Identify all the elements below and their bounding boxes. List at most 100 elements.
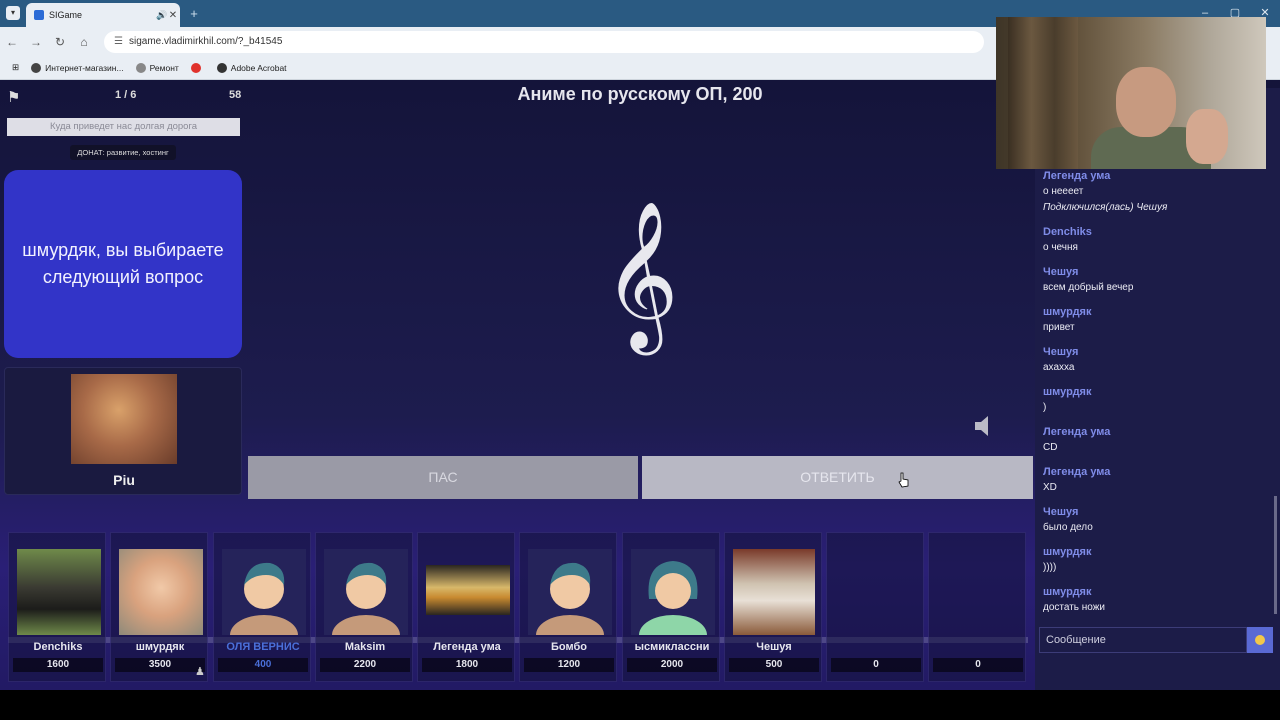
player-score: 2000 (627, 658, 717, 672)
chat-messages: Легенда ума о нееeет Подключился(лась) Ч… (1043, 168, 1268, 624)
player-name: Легенда ума (433, 641, 501, 653)
chat-text: достать ножи (1043, 602, 1106, 613)
default-avatar-icon (222, 549, 306, 635)
chat-message: Denchiks о чечня (1043, 224, 1268, 264)
chat-author: Чешуя (1043, 266, 1079, 278)
player-score: 2200 (320, 658, 410, 672)
player-name: ысмиклассни (634, 641, 710, 653)
acrobat-icon (216, 62, 227, 73)
bookmark-yandex[interactable] (190, 62, 205, 73)
emoji-button[interactable] (1247, 627, 1273, 653)
player-card-empty[interactable]: 0 (928, 532, 1026, 682)
chat-text: CD (1043, 442, 1058, 453)
showman-avatar (71, 374, 177, 464)
prompt-panel: шмурдяк, вы выбираете следующий вопрос (4, 170, 242, 358)
tab-search-icon[interactable]: ▾ (6, 6, 20, 20)
chat-author: шмурдяк (1043, 306, 1092, 318)
emoji-icon (1255, 635, 1265, 645)
reload-icon[interactable]: ↻ (48, 35, 72, 49)
new-tab-icon[interactable]: + (186, 6, 202, 22)
default-avatar-icon (324, 549, 408, 635)
chat-text: ) (1043, 402, 1047, 413)
player-card[interactable]: шмурдяк 3500 ♟ (110, 532, 208, 682)
globe-icon (31, 62, 42, 73)
player-card[interactable]: ОЛЯ ВЕРНИС 400 (213, 532, 311, 682)
chat-text: о нееeет (1043, 186, 1084, 197)
chat-author: шмурдяк (1043, 586, 1092, 598)
chat-author: шмурдяк (1043, 546, 1092, 558)
webcam-curtain (1008, 17, 1078, 169)
player-score: 1800 (422, 658, 512, 672)
player-avatar (17, 549, 101, 635)
tab-title: SIGame (49, 10, 83, 20)
default-avatar-icon (528, 549, 612, 635)
back-icon[interactable]: ← (0, 35, 24, 49)
webcam-overlay (996, 17, 1266, 169)
chat-message: Чешуя было дело (1043, 504, 1268, 544)
player-name: Чешуя (756, 641, 792, 653)
chat-message: Легенда ума о нееeет Подключился(лась) Ч… (1043, 168, 1268, 224)
forward-icon[interactable]: → (24, 35, 48, 49)
player-avatar (119, 549, 203, 635)
home-icon[interactable]: ⌂ (72, 35, 96, 49)
chat-text: о чечня (1043, 242, 1078, 253)
chat-text: всем добрый вечер (1043, 282, 1134, 293)
player-name: Бомбо (551, 641, 587, 653)
player-card[interactable]: Легенда ума 1800 (417, 532, 515, 682)
chat-text: было дело (1043, 522, 1093, 533)
chat-message: Легенда ума CD (1043, 424, 1268, 464)
person-icon: ♟ (195, 666, 205, 678)
chat-text: привет (1043, 322, 1075, 333)
chat-author: шмурдяк (1043, 386, 1092, 398)
chat-message: шмурдяк ) (1043, 384, 1268, 424)
player-name: ОЛЯ ВЕРНИС (226, 641, 300, 653)
chat-message: Чешуя всем добрый вечер (1043, 264, 1268, 304)
chat-message-input[interactable]: Сообщение (1039, 627, 1247, 653)
game-menu-icon[interactable]: ⚑ (7, 88, 25, 106)
donate-button[interactable]: ДОНАТ: развитие, хостинг (70, 145, 176, 160)
chat-text: )))) (1043, 562, 1057, 573)
player-card[interactable]: Бомбо 1200 (519, 532, 617, 682)
player-score: 1600 (13, 658, 103, 672)
close-tab-icon[interactable]: ✕ (166, 10, 180, 21)
bookmark-repair[interactable]: Ремонт (135, 62, 179, 73)
player-card[interactable]: Чешуя 500 (724, 532, 822, 682)
treble-clef-icon: 𝄞 (603, 200, 679, 349)
pass-button[interactable]: ПАС (248, 456, 638, 499)
volume-icon[interactable] (973, 414, 995, 438)
answer-button[interactable]: ОТВЕТИТЬ (642, 456, 1033, 499)
chat-text: XD (1043, 482, 1057, 493)
url-field[interactable]: ☰ sigame.vladimirkhil.com/?_b41545 (104, 30, 984, 53)
chat-author: Легенда ума (1043, 426, 1111, 438)
speaker-icon[interactable]: 🔊 (156, 10, 167, 21)
bookmark-acrobat[interactable]: Adobe Acrobat (216, 62, 287, 73)
player-card[interactable]: Denchiks 1600 (8, 532, 106, 682)
player-card[interactable]: ысмиклассни 2000 (622, 532, 720, 682)
chat-author: Чешуя (1043, 506, 1079, 518)
timer: 58 (229, 89, 242, 101)
player-avatar (733, 549, 815, 635)
sigame-favicon-icon (34, 10, 44, 20)
game-topbar: ⚑ 1 / 6 58 Аниме по русскому ОП, 200 (0, 80, 1035, 114)
browser-tab[interactable]: SIGame 🔊 ✕ (26, 3, 180, 27)
showman-card: Piu (4, 367, 242, 495)
bookmark-shop[interactable]: Интернет-магазин... (31, 62, 124, 73)
site-info-icon[interactable]: ☰ (114, 36, 123, 47)
player-name: шмурдяк (135, 641, 185, 653)
player-card[interactable]: Maksim 2200 (315, 532, 413, 682)
chat-message: шмурдяк достать ножи (1043, 584, 1268, 624)
apps-icon[interactable]: ⊞ (12, 62, 19, 73)
chat-scrollbar[interactable] (1274, 496, 1277, 614)
chat-message: Чешуя ахахха (1043, 344, 1268, 384)
round-name: Куда приведет нас долгая дорога (7, 118, 240, 136)
player-score: 0 (933, 658, 1023, 672)
chat-text: ахахха (1043, 362, 1075, 373)
yandex-icon (190, 62, 201, 73)
webcam-person-hand (1186, 109, 1228, 164)
chat-message: шмурдяк привет (1043, 304, 1268, 344)
question-title: Аниме по русскому ОП, 200 (517, 84, 763, 104)
showman-name: Piu (113, 472, 135, 488)
player-card-empty[interactable]: 0 (826, 532, 924, 682)
chat-author: Чешуя (1043, 346, 1079, 358)
player-score: 400 (218, 658, 308, 672)
